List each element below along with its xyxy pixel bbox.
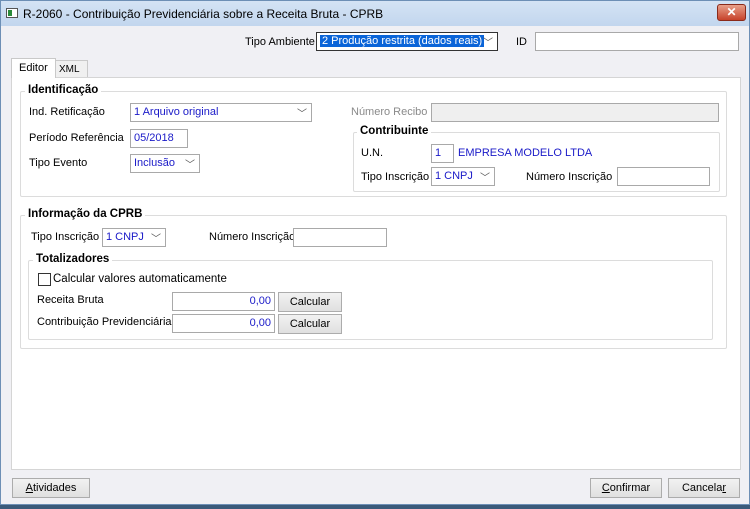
cprb-numero-inscricao-input[interactable] — [293, 228, 387, 247]
chevron-down-icon: ﹀ — [480, 173, 490, 184]
tipo-ambiente-select[interactable]: 2 Produção restrita (dados reais) ﹀ — [316, 32, 498, 51]
id-label: ID — [516, 36, 527, 48]
chevron-down-icon: ﹀ — [483, 38, 493, 49]
tipo-ambiente-label: Tipo Ambiente — [245, 36, 315, 48]
totalizadores-group — [28, 260, 713, 340]
numero-recibo-input — [431, 103, 719, 122]
un-label: U.N. — [361, 147, 383, 159]
numero-inscricao-label: Número Inscrição — [526, 171, 613, 183]
close-button[interactable]: ✕ — [717, 4, 746, 21]
tab-editor[interactable]: Editor — [11, 58, 56, 78]
chevron-down-icon: ﹀ — [297, 109, 307, 120]
id-input[interactable] — [535, 32, 739, 51]
contribuicao-label: Contribuição Previdenciária — [37, 316, 172, 328]
identificacao-legend: Identificação — [25, 84, 102, 96]
contribuinte-legend: Contribuinte — [357, 125, 432, 137]
totalizadores-legend: Totalizadores — [33, 253, 113, 265]
calcular-contribuicao-button[interactable]: Calcular — [278, 314, 342, 334]
cprb-numero-inscricao-label: Número Inscrição — [209, 231, 296, 243]
auto-calc-checkbox[interactable] — [38, 273, 51, 286]
periodo-input[interactable]: 05/2018 — [130, 129, 188, 148]
cprb-legend: Informação da CPRB — [25, 208, 146, 220]
atividades-button[interactable]: Atividades — [12, 478, 90, 498]
auto-calc-label[interactable]: Calcular valores automaticamente — [53, 273, 227, 285]
periodo-label: Período Referência — [29, 132, 124, 144]
window-title: R-2060 - Contribuição Previdenciária sob… — [23, 7, 384, 21]
receita-bruta-label: Receita Bruta — [37, 294, 104, 306]
un-input[interactable]: 1 — [431, 144, 454, 163]
chevron-down-icon: ﹀ — [185, 160, 195, 171]
confirmar-label: onfirmar — [609, 482, 651, 494]
tipo-evento-value: Inclusão — [134, 157, 175, 169]
tipo-inscricao-value: 1 CNPJ — [435, 170, 473, 182]
tipo-evento-label: Tipo Evento — [29, 157, 88, 169]
empresa-name: EMPRESA MODELO LTDA — [458, 147, 593, 159]
atividades-label: tividades — [32, 482, 77, 494]
tipo-ambiente-value: 2 Produção restrita (dados reais) — [320, 35, 485, 47]
calcular-receita-button[interactable]: Calcular — [278, 292, 342, 312]
ind-retificacao-select[interactable]: 1 Arquivo original ﹀ — [130, 103, 312, 122]
contribuicao-input[interactable]: 0,00 — [172, 314, 275, 333]
confirmar-button[interactable]: Confirmar — [590, 478, 662, 498]
tipo-inscricao-label: Tipo Inscrição — [361, 171, 430, 183]
cprb-tipo-inscricao-select[interactable]: 1 CNPJ ﹀ — [102, 228, 166, 247]
dialog-window: R-2060 - Contribuição Previdenciária sob… — [0, 0, 750, 505]
numero-recibo-label: Número Recibo — [351, 106, 428, 118]
app-icon — [6, 8, 18, 18]
confirmar-mnemonic: C — [601, 482, 610, 494]
title-bar: R-2060 - Contribuição Previdenciária sob… — [1, 1, 749, 26]
cprb-tipo-inscricao-value: 1 CNPJ — [106, 231, 144, 243]
receita-bruta-input[interactable]: 0,00 — [172, 292, 275, 311]
chevron-down-icon: ﹀ — [151, 234, 161, 245]
ind-retificacao-label: Ind. Retificação — [29, 106, 105, 118]
atividades-mnemonic: A — [25, 482, 33, 494]
cprb-tipo-inscricao-label: Tipo Inscrição — [31, 231, 100, 243]
cancelar-mnemonic: r — [722, 482, 727, 494]
cancelar-button[interactable]: Cancelar — [668, 478, 740, 498]
tipo-evento-select[interactable]: Inclusão ﹀ — [130, 154, 200, 173]
cancelar-label: Cancela — [681, 482, 723, 494]
ind-retificacao-value: 1 Arquivo original — [134, 106, 219, 118]
tipo-inscricao-select[interactable]: 1 CNPJ ﹀ — [431, 167, 495, 186]
numero-inscricao-input[interactable] — [617, 167, 710, 186]
